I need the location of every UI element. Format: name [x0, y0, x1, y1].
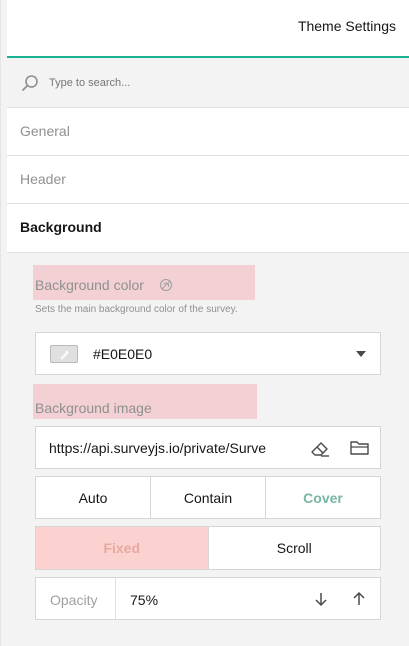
search-input[interactable] — [49, 73, 389, 93]
background-fit-switch: Auto Contain Cover — [35, 476, 381, 519]
fit-option-cover[interactable]: Cover — [266, 477, 380, 518]
search-icon — [22, 75, 38, 91]
section-header[interactable]: Header — [7, 156, 409, 204]
opacity-divider — [115, 578, 116, 619]
panel-title: Theme Settings — [297, 18, 396, 34]
opacity-value[interactable]: 75% — [130, 592, 158, 608]
fit-option-contain[interactable]: Contain — [151, 477, 266, 518]
section-header-label: Header — [20, 171, 66, 187]
panel-header: Theme Settings — [7, 0, 409, 58]
opacity-stepper[interactable]: Opacity 75% — [35, 577, 381, 620]
section-background[interactable]: Background — [7, 204, 409, 253]
fit-option-auto[interactable]: Auto — [36, 477, 151, 518]
search-bar — [7, 58, 409, 108]
image-url-value[interactable]: https://api.surveyjs.io/private/Surve — [49, 440, 292, 456]
background-image-url-field[interactable]: https://api.surveyjs.io/private/Surve — [35, 426, 381, 469]
color-swatch[interactable] — [50, 345, 78, 363]
eraser-icon[interactable] — [309, 438, 331, 458]
opacity-label: Opacity — [50, 592, 98, 608]
background-image-label: Background image — [35, 400, 152, 416]
background-color-picker[interactable]: #E0E0E0 — [35, 332, 381, 375]
arrow-down-icon[interactable] — [313, 591, 329, 607]
attachment-option-scroll[interactable]: Scroll — [209, 527, 381, 569]
background-color-label: Background color — [35, 277, 144, 293]
color-value[interactable]: #E0E0E0 — [93, 346, 152, 362]
theme-settings-panel: Theme Settings General Header Background… — [0, 0, 409, 646]
section-background-label: Background — [20, 219, 102, 235]
background-attachment-switch: Fixed Scroll — [35, 526, 381, 570]
section-general-label: General — [20, 123, 70, 139]
eyedropper-icon — [60, 350, 69, 360]
attachment-option-fixed[interactable]: Fixed — [36, 527, 209, 569]
section-general[interactable]: General — [7, 108, 409, 156]
chevron-down-icon[interactable] — [356, 351, 366, 357]
background-color-description: Sets the main background color of the su… — [35, 304, 238, 315]
reset-icon[interactable] — [159, 278, 173, 292]
folder-icon[interactable] — [349, 438, 371, 458]
arrow-up-icon[interactable] — [351, 591, 367, 607]
